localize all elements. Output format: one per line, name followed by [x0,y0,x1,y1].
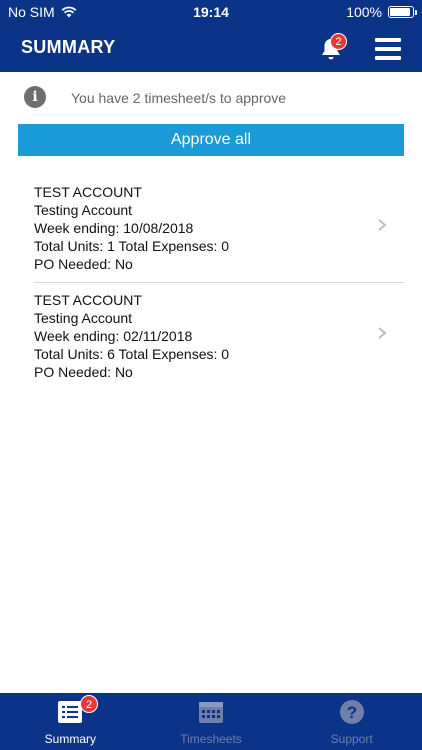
week-ending: Week ending: 10/08/2018 [34,220,194,236]
tab-badge: 2 [80,695,98,713]
tab-label: Timesheets [180,732,242,746]
info-icon: i [24,86,46,108]
totals: Total Units: 6 Total Expenses: 0 [34,346,230,362]
tab-label: Summary [44,732,96,746]
status-bar: No SIM 19:14 100% [0,0,422,24]
account-name: TEST ACCOUNT [34,292,142,308]
app-header: No SIM 19:14 100% SUMMARY 2 [0,0,422,72]
account-description: Testing Account [34,310,133,326]
page-title: SUMMARY [21,37,116,57]
tab-summary[interactable]: 2 Summary [0,693,141,750]
approve-all-button[interactable]: Approve all [18,124,404,156]
tab-label: Support [330,732,373,746]
notification-badge: 2 [330,33,347,50]
info-banner: i You have 2 timesheet/s to approve [0,72,422,120]
calendar-icon [199,702,223,723]
hamburger-menu-icon[interactable] [375,38,401,60]
po-needed: PO Needed: No [34,364,133,380]
tab-timesheets[interactable]: Timesheets [141,693,282,750]
account-name: TEST ACCOUNT [34,184,142,200]
svg-text:?: ? [346,703,356,722]
timesheet-item[interactable]: TEST ACCOUNT Testing Account Week ending… [34,291,404,381]
battery-icon [388,6,417,18]
help-icon: ? [339,700,364,724]
tab-support[interactable]: ? Support [281,693,422,750]
tab-bar: 2 Summary Timesheets ? Support [0,693,422,750]
account-description: Testing Account [34,202,133,218]
chevron-right-icon [378,327,387,339]
battery-percent: 100% [346,4,382,20]
totals: Total Units: 1 Total Expenses: 0 [34,238,230,254]
po-needed: PO Needed: No [34,256,133,272]
info-message: You have 2 timesheet/s to approve [71,90,287,106]
timesheet-item[interactable]: TEST ACCOUNT Testing Account Week ending… [34,183,404,273]
week-ending: Week ending: 02/11/2018 [34,328,193,344]
chevron-right-icon [378,219,387,231]
divider [34,282,404,283]
